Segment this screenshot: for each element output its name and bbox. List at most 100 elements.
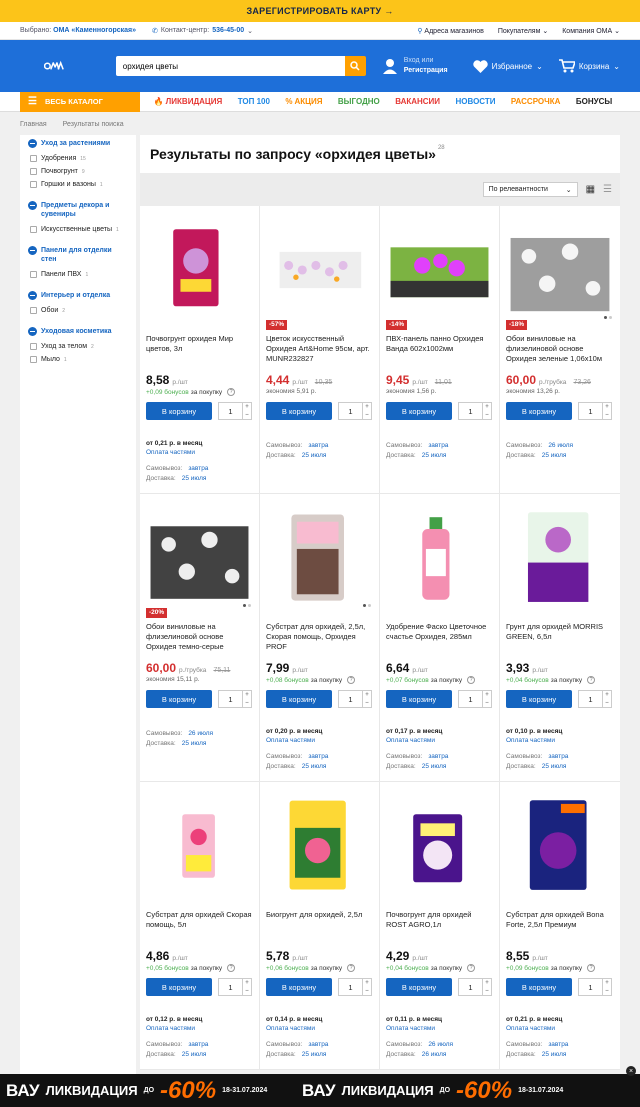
list-view-icon[interactable]: ☰	[603, 184, 612, 195]
search-input[interactable]	[115, 56, 345, 76]
product-image[interactable]	[386, 508, 493, 608]
minus-icon[interactable]: –	[365, 412, 368, 418]
nav-item[interactable]: БОНУСЫ	[576, 97, 612, 106]
close-icon[interactable]: ×	[626, 1066, 636, 1076]
product-name[interactable]: Почвогрунт для орхидей ROST AGRO,1л	[386, 910, 493, 940]
image-dots[interactable]	[363, 604, 371, 607]
add-to-cart-button[interactable]: В корзину	[266, 690, 332, 708]
product-name[interactable]: Субстрат для орхидей Bona Forte, 2,5л Пр…	[506, 910, 614, 940]
product-name[interactable]: Цветок искусственный Орхидея Art&Home 95…	[266, 334, 373, 364]
add-to-cart-button[interactable]: В корзину	[266, 978, 332, 996]
product-image-wrap[interactable]	[146, 796, 253, 896]
minus-icon[interactable]: –	[245, 700, 248, 706]
product-name[interactable]: Удобрение Фаско Цветочное счастье Орхиде…	[386, 622, 493, 652]
product-name[interactable]: Биогрунт для орхидей, 2,5л	[266, 910, 373, 940]
filter-checkbox[interactable]: Панели ПВХ 1	[30, 270, 128, 279]
product-image[interactable]	[146, 796, 253, 896]
cart-button[interactable]: Корзина ⌄	[558, 59, 620, 73]
add-to-cart-button[interactable]: В корзину	[506, 690, 572, 708]
dot[interactable]	[243, 604, 246, 607]
product-image[interactable]	[506, 508, 614, 608]
question-icon[interactable]: ?	[467, 676, 476, 684]
product-image[interactable]	[266, 508, 373, 608]
company-menu[interactable]: Компания ОМА ⌄	[562, 27, 620, 35]
nav-item[interactable]: ВАКАНСИИ	[395, 97, 440, 106]
search-button[interactable]	[344, 56, 366, 76]
product-image-wrap[interactable]	[266, 508, 373, 608]
filter-group-title[interactable]: Интерьер и отделка	[28, 291, 128, 300]
nav-item[interactable]: ТОП 100	[238, 97, 270, 106]
product-image-wrap[interactable]	[266, 796, 373, 896]
minus-icon[interactable]: –	[485, 700, 488, 706]
product-image-wrap[interactable]	[386, 508, 493, 608]
question-icon[interactable]: ?	[467, 964, 476, 972]
add-to-cart-button[interactable]: В корзину	[386, 690, 452, 708]
installment-link[interactable]: Оплата частями	[266, 1024, 322, 1033]
product-name[interactable]: Обои виниловые на флизелиновой основе Ор…	[146, 622, 253, 652]
nav-item[interactable]: 🔥 ЛИКВИДАЦИЯ	[154, 97, 223, 106]
question-icon[interactable]: ?	[347, 964, 356, 972]
image-dots[interactable]	[243, 604, 251, 607]
selected-store[interactable]: Выбрано: ОМА «Каменногорская»	[20, 27, 136, 34]
buyers-menu[interactable]: Покупателям ⌄	[498, 27, 548, 35]
catalog-button[interactable]: ☰ ВЕСЬ КАТАЛОГ	[20, 91, 140, 112]
filter-checkbox[interactable]: Мыло 1	[30, 355, 128, 364]
add-to-cart-button[interactable]: В корзину	[146, 402, 212, 420]
filter-checkbox[interactable]: Уход за телом 2	[30, 342, 128, 351]
quantity-stepper[interactable]: 1 + –	[458, 402, 492, 420]
nav-item[interactable]: НОВОСТИ	[455, 97, 495, 106]
filter-checkbox[interactable]: Искусственные цветы 1	[30, 225, 128, 234]
product-image-wrap[interactable]	[146, 508, 253, 608]
quantity-stepper[interactable]: 1 + –	[338, 402, 372, 420]
installment-link[interactable]: Оплата частями	[146, 448, 202, 457]
product-name[interactable]: ПВХ-панель панно Орхидея Ванда 602х1002м…	[386, 334, 493, 364]
product-image-wrap[interactable]	[386, 796, 493, 896]
question-icon[interactable]: ?	[227, 388, 236, 396]
plus-icon[interactable]: +	[245, 980, 249, 986]
dot[interactable]	[604, 316, 607, 319]
add-to-cart-button[interactable]: В корзину	[506, 978, 572, 996]
product-image-wrap[interactable]	[506, 220, 614, 320]
product-image[interactable]	[386, 796, 493, 896]
dot[interactable]	[368, 604, 371, 607]
register-card-banner[interactable]: ЗАРЕГИСТРИРОВАТЬ КАРТУ →	[0, 0, 640, 22]
add-to-cart-button[interactable]: В корзину	[386, 978, 452, 996]
product-name[interactable]: Грунт для орхидей MORRIS GREEN, 6,5л	[506, 622, 614, 652]
product-image-wrap[interactable]	[506, 508, 614, 608]
image-dots[interactable]	[604, 316, 612, 319]
quantity-stepper[interactable]: 1 + –	[218, 690, 252, 708]
filter-group-title[interactable]: Уходовая косметика	[28, 327, 128, 336]
sort-select[interactable]: По релевантности ⌄	[482, 182, 578, 197]
quantity-stepper[interactable]: 1 + –	[458, 690, 492, 708]
add-to-cart-button[interactable]: В корзину	[506, 402, 572, 420]
product-image[interactable]	[266, 220, 373, 320]
product-name[interactable]: Субстрат для орхидей Скорая помощь, 5л	[146, 910, 253, 940]
product-image[interactable]	[266, 796, 373, 896]
minus-icon[interactable]: –	[605, 700, 608, 706]
oma-logo[interactable]	[44, 53, 64, 79]
plus-icon[interactable]: +	[365, 692, 369, 698]
dot[interactable]	[363, 604, 366, 607]
product-image[interactable]	[146, 508, 253, 608]
quantity-stepper[interactable]: 1 + –	[578, 402, 612, 420]
question-icon[interactable]: ?	[347, 676, 356, 684]
plus-icon[interactable]: +	[245, 404, 249, 410]
nav-item[interactable]: % АКЦИЯ	[285, 97, 322, 106]
plus-icon[interactable]: +	[485, 692, 489, 698]
filter-checkbox[interactable]: Горшки и вазоны 1	[30, 180, 128, 189]
filter-checkbox[interactable]: Удобрения 15	[30, 154, 128, 163]
minus-icon[interactable]: –	[245, 412, 248, 418]
grid-view-icon[interactable]: ▦	[586, 184, 595, 195]
question-icon[interactable]: ?	[227, 964, 236, 972]
minus-icon[interactable]: –	[605, 988, 608, 994]
product-name[interactable]: Субстрат для орхидей, 2,5л, Скорая помощ…	[266, 622, 373, 652]
product-image[interactable]	[506, 220, 614, 320]
quantity-stepper[interactable]: 1 + –	[218, 978, 252, 996]
quantity-stepper[interactable]: 1 + –	[218, 402, 252, 420]
filter-group-title[interactable]: Уход за растениями	[28, 139, 128, 148]
filter-group-title[interactable]: Предметы декора и сувениры	[28, 201, 128, 219]
minus-icon[interactable]: –	[485, 412, 488, 418]
product-image[interactable]	[146, 220, 253, 320]
product-image-wrap[interactable]	[146, 220, 253, 320]
nav-item[interactable]: РАССРОЧКА	[511, 97, 561, 106]
